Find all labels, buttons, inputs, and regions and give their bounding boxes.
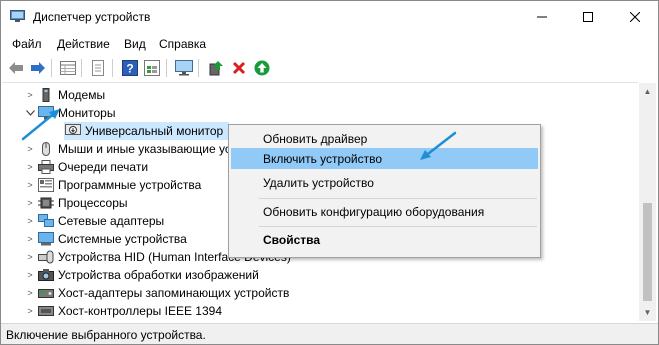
- expand-arrow-icon[interactable]: >: [24, 302, 36, 320]
- mouse-icon: [38, 142, 54, 156]
- tree-item-storage-controllers[interactable]: > Хост-адаптеры запоминающих устройств: [24, 284, 289, 302]
- ctx-separator: [259, 198, 537, 199]
- ctx-uninstall-device[interactable]: Удалить устройство: [231, 172, 538, 193]
- scroll-up-icon[interactable]: ▲: [639, 83, 656, 100]
- toolbar-separator: [166, 59, 167, 77]
- tree-item-processors[interactable]: > Процессоры: [24, 194, 128, 212]
- expand-arrow-icon[interactable]: >: [24, 140, 36, 158]
- storage-controller-icon: [38, 286, 54, 300]
- svg-text:?: ?: [126, 62, 133, 76]
- expand-arrow-icon[interactable]: >: [24, 158, 36, 176]
- toolbar-separator: [81, 59, 82, 77]
- toolbar-separator: [51, 59, 52, 77]
- menu-bar: Файл Действие Вид Справка: [1, 33, 658, 55]
- tree-item-label: Очереди печати: [58, 160, 149, 174]
- title-bar: Диспетчер устройств: [1, 1, 658, 33]
- menu-help[interactable]: Справка: [159, 37, 206, 51]
- scroll-down-icon[interactable]: ▼: [639, 304, 656, 321]
- processor-icon: [38, 196, 54, 210]
- toolbar-separator: [198, 59, 199, 77]
- expand-arrow-icon[interactable]: >: [24, 194, 36, 212]
- tree-item-label: Мониторы: [58, 106, 116, 120]
- list-view-icon[interactable]: [142, 58, 162, 78]
- system-device-icon: [38, 232, 54, 246]
- tree-item-generic-monitor[interactable]: Универсальный монитор: [64, 122, 229, 140]
- tree-item-ieee1394-controllers[interactable]: > Хост-контроллеры IEEE 1394: [24, 302, 222, 320]
- expand-arrow-icon[interactable]: >: [24, 266, 36, 284]
- hid-icon: [38, 250, 54, 264]
- tree-item-imaging-devices[interactable]: > Устройства обработки изображений: [24, 266, 259, 284]
- network-adapter-icon: [38, 214, 54, 228]
- modem-icon: [38, 88, 54, 102]
- tree-item-network-adapters[interactable]: > Сетевые адаптеры: [24, 212, 164, 230]
- tree-item-label: Процессоры: [58, 196, 128, 210]
- expand-arrow-icon[interactable]: >: [24, 230, 36, 248]
- expand-arrow-icon[interactable]: >: [24, 248, 36, 266]
- enable-device-icon[interactable]: [252, 58, 272, 78]
- toolbar: ?: [1, 55, 658, 81]
- collapse-arrow-icon[interactable]: [24, 104, 36, 122]
- device-manager-app-icon: [10, 10, 25, 23]
- tree-item-monitors[interactable]: Мониторы: [24, 104, 115, 122]
- monitor-icon: [38, 106, 54, 120]
- tree-item-label: Универсальный монитор: [85, 124, 224, 138]
- ctx-scan-hardware[interactable]: Обновить конфигурацию оборудования: [231, 201, 538, 222]
- vertical-scrollbar[interactable]: ▲ ▼: [639, 83, 656, 321]
- menu-action[interactable]: Действие: [57, 37, 110, 51]
- tree-item-modems[interactable]: > Модемы: [24, 86, 105, 104]
- tree-item-label: Хост-адаптеры запоминающих устройств: [58, 286, 290, 300]
- back-arrow-icon[interactable]: [6, 58, 26, 78]
- properties-grid-icon[interactable]: [58, 58, 78, 78]
- ctx-update-driver[interactable]: Обновить драйвер: [231, 128, 538, 149]
- help-icon[interactable]: ?: [120, 58, 140, 78]
- printer-icon: [38, 160, 54, 174]
- page-icon[interactable]: [88, 58, 108, 78]
- monitor-scan-icon[interactable]: [174, 58, 194, 78]
- tree-item-label: Модемы: [58, 88, 106, 102]
- ctx-separator: [259, 226, 537, 227]
- software-device-icon: [38, 178, 54, 192]
- expand-arrow-icon[interactable]: >: [24, 86, 36, 104]
- ctx-properties[interactable]: Свойства: [231, 229, 538, 250]
- tree-item-system-devices[interactable]: > Системные устройства: [24, 230, 187, 248]
- ctx-enable-device[interactable]: Включить устройство: [231, 148, 538, 169]
- tree-item-label: Хост-контроллеры IEEE 1394: [58, 304, 222, 318]
- close-button[interactable]: [612, 1, 658, 33]
- camera-icon: [38, 268, 54, 282]
- status-bar: Включение выбранного устройства.: [1, 323, 658, 344]
- tree-item-print-queues[interactable]: > Очереди печати: [24, 158, 148, 176]
- menu-view[interactable]: Вид: [124, 37, 146, 51]
- tree-item-software-devices[interactable]: > Программные устройства: [24, 176, 201, 194]
- minimize-button[interactable]: [519, 1, 565, 33]
- window-title: Диспетчер устройств: [33, 10, 151, 24]
- status-text: Включение выбранного устройства.: [6, 328, 206, 342]
- expand-arrow-icon[interactable]: >: [24, 212, 36, 230]
- scrollbar-thumb[interactable]: [643, 203, 652, 301]
- toolbar-separator: [112, 59, 113, 77]
- maximize-button[interactable]: [565, 1, 611, 33]
- expand-arrow-icon[interactable]: >: [24, 284, 36, 302]
- forward-arrow-icon[interactable]: [28, 58, 48, 78]
- tree-item-label: Сетевые адаптеры: [58, 214, 165, 228]
- expand-arrow-icon[interactable]: >: [24, 176, 36, 194]
- tree-item-label: Устройства обработки изображений: [58, 268, 259, 282]
- update-driver-icon[interactable]: [206, 58, 226, 78]
- monitor-disabled-icon: [65, 124, 81, 138]
- uninstall-x-icon[interactable]: [229, 58, 249, 78]
- ieee1394-icon: [38, 304, 54, 318]
- tree-item-label: Системные устройства: [58, 232, 187, 246]
- menu-file[interactable]: Файл: [12, 37, 42, 51]
- tree-item-label: Программные устройства: [58, 178, 202, 192]
- context-menu: Обновить драйвер Включить устройство Уда…: [228, 124, 541, 258]
